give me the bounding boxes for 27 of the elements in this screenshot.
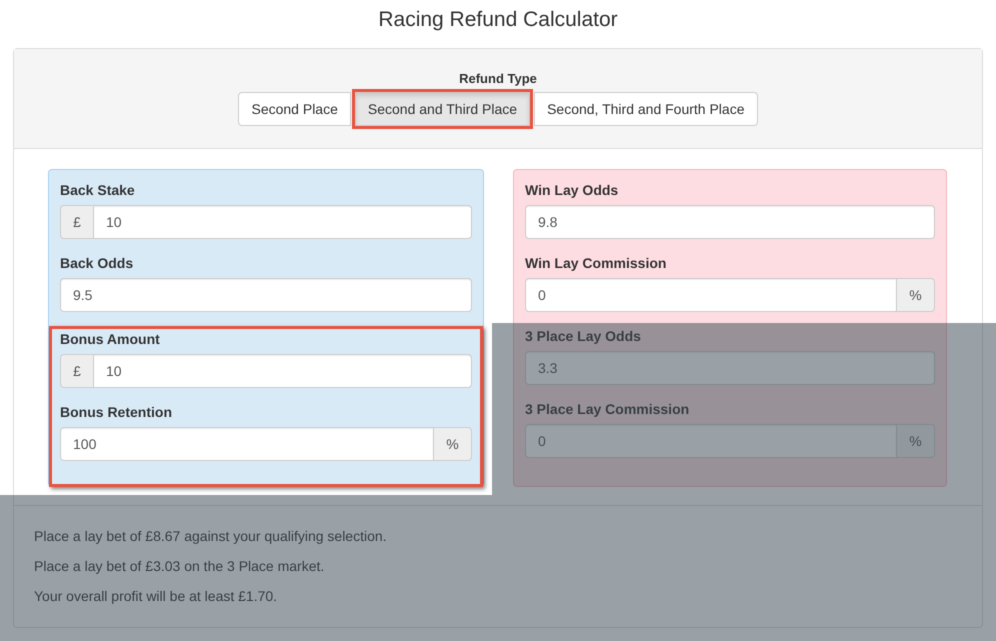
result-text: Your overall profit will be at least £1.70. xyxy=(34,588,278,605)
field-label: Back Odds xyxy=(60,254,134,273)
refund-type-option[interactable]: Second, Third and Fourth Place xyxy=(534,92,758,126)
field-label: 3 Place Lay Odds xyxy=(525,326,642,346)
currency-addon: £ xyxy=(60,354,93,388)
field-label: 3 Place Lay Commission xyxy=(525,400,690,419)
input-field[interactable]: 9.8 xyxy=(525,204,935,239)
input-field[interactable]: 100 xyxy=(60,426,434,461)
input-field[interactable]: 9.5 xyxy=(60,278,472,312)
percent-addon: % xyxy=(897,278,935,312)
field-label: Back Stake xyxy=(60,180,136,200)
input-field[interactable]: 0 xyxy=(525,278,897,312)
field-label: Bonus Retention xyxy=(60,402,173,422)
percent-addon: % xyxy=(434,426,472,461)
percent-addon: % xyxy=(897,424,935,458)
refund-type-option[interactable]: Second Place xyxy=(238,92,351,126)
input-field[interactable]: 10 xyxy=(93,204,472,239)
result-text: Place a lay bet of £3.03 on the 3 Place market. xyxy=(34,558,326,575)
result-text: Place a lay bet of £8.67 against your qualifying selection. xyxy=(34,528,388,545)
field-label: Win Lay Odds xyxy=(525,180,620,200)
input-field[interactable]: 10 xyxy=(93,354,472,388)
page-title: Racing Refund Calculator xyxy=(377,7,619,33)
currency-addon: £ xyxy=(60,204,93,239)
refund-type-label: Refund Type xyxy=(459,71,537,86)
field-label: Win Lay Commission xyxy=(525,254,668,273)
refund-type-option[interactable]: Second and Third Place xyxy=(354,92,530,126)
field-label: Bonus Amount xyxy=(60,330,161,349)
